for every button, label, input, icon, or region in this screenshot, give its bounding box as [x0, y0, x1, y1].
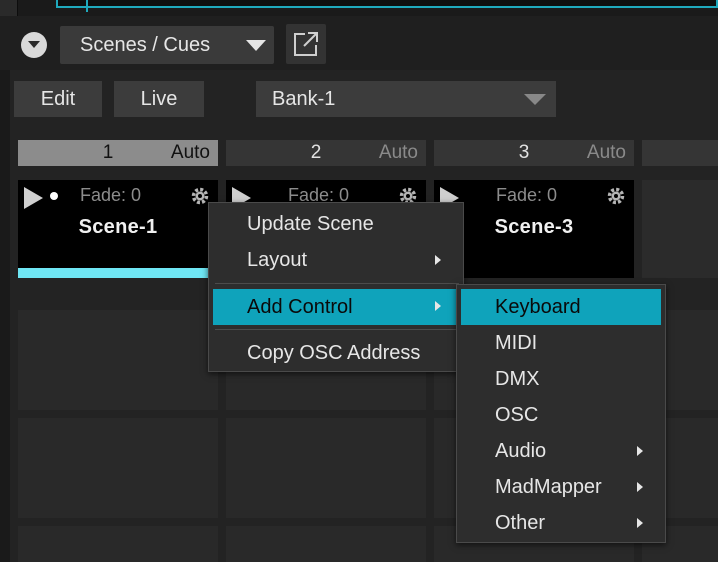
submenu-item-other[interactable]: Other: [457, 506, 665, 540]
column-mode: Auto: [378, 142, 418, 163]
empty-cell[interactable]: [18, 310, 218, 410]
menu-item-layout[interactable]: Layout: [209, 243, 463, 277]
submenu-item-osc[interactable]: OSC: [457, 398, 665, 432]
submenu-item-label: Keyboard: [495, 295, 581, 318]
submenu-item-madmapper[interactable]: MadMapper: [457, 470, 665, 504]
empty-cell[interactable]: [226, 526, 426, 562]
menu-item-copy-osc-address[interactable]: Copy OSC Address: [209, 336, 463, 370]
gear-icon[interactable]: [190, 186, 210, 206]
play-icon[interactable]: [24, 187, 44, 209]
menu-item-label: Update Scene: [247, 212, 374, 235]
column-mode: Auto: [170, 142, 210, 163]
submenu-arrow-icon: [637, 482, 643, 492]
edit-label: Edit: [40, 87, 76, 110]
chevron-down-icon: [28, 41, 40, 48]
submenu-arrow-icon: [637, 446, 643, 456]
submenu-item-dmx[interactable]: DMX: [457, 362, 665, 396]
scene-progress-bar: [18, 268, 218, 278]
scene-tile-1[interactable]: Fade: 0 Scene-1: [18, 180, 218, 278]
menu-item-label: Copy OSC Address: [247, 341, 421, 364]
submenu-arrow-icon: [637, 518, 643, 528]
empty-cell[interactable]: [18, 418, 218, 518]
collapse-button[interactable]: [21, 32, 47, 58]
live-label: Live: [140, 87, 178, 110]
popout-button[interactable]: [286, 24, 326, 64]
bank-select[interactable]: Bank-1: [256, 81, 556, 117]
live-button[interactable]: Live: [114, 81, 204, 117]
submenu-item-label: Other: [495, 511, 546, 534]
active-dot: [50, 192, 58, 200]
submenu-item-keyboard[interactable]: Keyboard: [461, 289, 661, 325]
scene-tile-3[interactable]: Fade: 0 Scene-3: [434, 180, 634, 278]
submenu-item-label: DMX: [495, 367, 540, 390]
menu-item-label: Layout: [247, 248, 308, 271]
top-left-panel: [0, 0, 18, 16]
menu-separator: [215, 329, 459, 330]
column-header-3[interactable]: 3 Auto: [434, 140, 634, 166]
scene-name: Scene-1: [78, 216, 158, 238]
submenu-item-label: OSC: [495, 403, 539, 426]
scene-name: Scene-3: [494, 216, 574, 238]
menu-item-label: Add Control: [247, 295, 353, 318]
view-select-label: Scenes / Cues: [80, 33, 211, 56]
submenu-item-label: Audio: [495, 439, 547, 462]
edit-button[interactable]: Edit: [14, 81, 102, 117]
timeline-marker[interactable]: [86, 0, 88, 12]
submenu-item-label: MIDI: [495, 331, 538, 354]
empty-cell[interactable]: [18, 526, 218, 562]
column-header-2[interactable]: 2 Auto: [226, 140, 426, 166]
scene-fade: Fade: 0: [496, 185, 558, 205]
add-control-submenu: Keyboard MIDI DMX OSC Audio MadMapper Ot…: [456, 284, 666, 543]
submenu-arrow-icon: [435, 255, 441, 265]
submenu-arrow-icon: [435, 301, 441, 311]
menu-separator: [215, 283, 459, 284]
menu-item-add-control[interactable]: Add Control: [213, 289, 459, 325]
column-mode: Auto: [586, 142, 626, 163]
submenu-item-label: MadMapper: [495, 475, 602, 498]
submenu-item-audio[interactable]: Audio: [457, 434, 665, 468]
bank-select-label: Bank-1: [272, 87, 336, 110]
column-header-4[interactable]: [642, 140, 718, 166]
view-select[interactable]: Scenes / Cues: [60, 26, 274, 64]
context-menu: Update Scene Layout Add Control Copy OSC…: [208, 202, 464, 372]
caret-down-icon: [246, 40, 266, 51]
empty-scene-slot[interactable]: [642, 180, 718, 278]
submenu-item-midi[interactable]: MIDI: [457, 326, 665, 360]
menu-item-update-scene[interactable]: Update Scene: [209, 207, 463, 241]
caret-down-icon: [524, 94, 546, 105]
scene-fade: Fade: 0: [80, 185, 142, 205]
gear-icon[interactable]: [606, 186, 626, 206]
popout-icon: [294, 32, 318, 56]
column-header-1[interactable]: 1 Auto: [18, 140, 218, 166]
empty-cell[interactable]: [226, 418, 426, 518]
preview-timeline[interactable]: [56, 0, 718, 8]
